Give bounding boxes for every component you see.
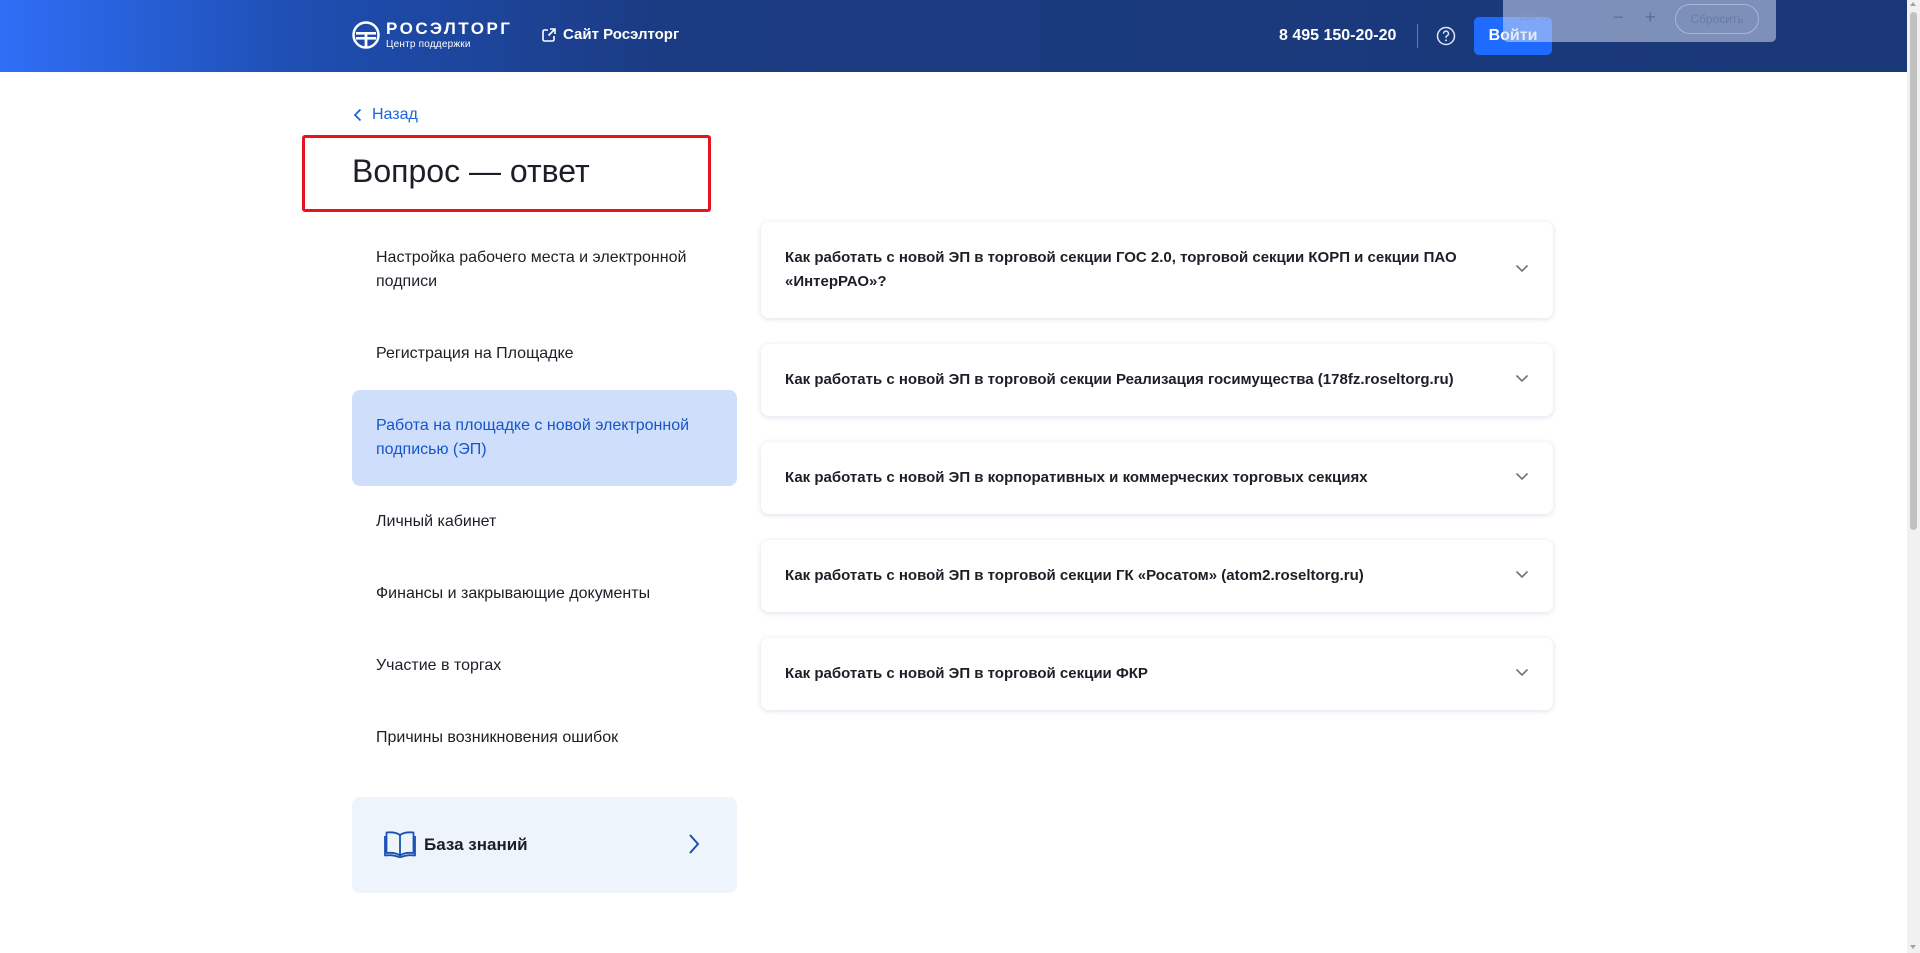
scrollbar-thumb[interactable] [1910, 12, 1917, 530]
chevron-down-icon [1515, 668, 1529, 677]
chevron-left-icon [353, 108, 362, 122]
faq-item[interactable]: Как работать с новой ЭП в торговой секци… [761, 638, 1553, 710]
roseltorg-logo[interactable]: РОСЭЛТОРГ Центр поддержки [352, 20, 512, 50]
faq-question: Как работать с новой ЭП в торговой секци… [785, 249, 1457, 290]
faq-item[interactable]: Как работать с новой ЭП в корпоративных … [761, 442, 1553, 514]
site-link[interactable]: Сайт Росэлторг [542, 26, 679, 43]
sidebar-item-workplace-setup[interactable]: Настройка рабочего места и электронной п… [352, 222, 737, 318]
zoom-reset-button[interactable]: Сбросить [1675, 4, 1759, 34]
sidebar-item-label: Финансы и закрывающие документы [376, 585, 651, 602]
sidebar-item-label: Причины возникновения ошибок [376, 729, 619, 746]
faq-question: Как работать с новой ЭП в торговой секци… [785, 567, 1364, 584]
back-link[interactable]: Назад [353, 106, 418, 124]
help-icon[interactable] [1436, 26, 1456, 51]
external-link-icon [542, 27, 556, 42]
chevron-down-icon [1515, 472, 1529, 481]
chevron-right-icon [689, 834, 700, 854]
scroll-up-arrow-icon[interactable] [1910, 2, 1916, 6]
category-sidebar: Настройка рабочего места и электронной п… [352, 222, 737, 774]
faq-item[interactable]: Как работать с новой ЭП в торговой секци… [761, 222, 1553, 318]
sidebar-item-label: Регистрация на Площадке [376, 345, 574, 362]
sidebar-item-errors[interactable]: Причины возникновения ошибок [352, 702, 737, 774]
support-phone[interactable]: 8 495 150-20-20 [1279, 27, 1396, 45]
sidebar-item-finance[interactable]: Финансы и закрывающие документы [352, 558, 737, 630]
sidebar-item-label: Личный кабинет [376, 513, 497, 530]
logo-subtitle: Центр поддержки [386, 39, 471, 50]
page-title: Вопрос — ответ [352, 153, 590, 189]
chevron-down-icon [1515, 570, 1529, 579]
sidebar-item-label: Работа на площадке с новой электронной п… [376, 417, 690, 458]
faq-item[interactable]: Как работать с новой ЭП в торговой секци… [761, 540, 1553, 612]
header-divider [1417, 24, 1418, 48]
sidebar-item-auctions[interactable]: Участие в торгах [352, 630, 737, 702]
knowledge-base-card[interactable]: База знаний [352, 797, 737, 893]
logo-text: РОСЭЛТОРГ Центр поддержки [386, 20, 512, 50]
zoom-in-button[interactable]: + [1645, 7, 1656, 28]
chevron-down-icon [1515, 374, 1529, 383]
faq-question: Как работать с новой ЭП в торговой секци… [785, 371, 1454, 388]
book-icon [384, 831, 416, 858]
browser-zoom-popup: 100 % − + Сбросить [1503, 0, 1776, 42]
sidebar-item-label: Участие в торгах [376, 657, 502, 674]
faq-question: Как работать с новой ЭП в торговой секци… [785, 665, 1148, 682]
sidebar-item-registration[interactable]: Регистрация на Площадке [352, 318, 737, 390]
faq-question: Как работать с новой ЭП в корпоративных … [785, 469, 1368, 486]
zoom-out-button[interactable]: − [1613, 7, 1624, 28]
back-link-label: Назад [372, 106, 418, 123]
knowledge-base-label: База знаний [424, 835, 528, 854]
sidebar-item-label: Настройка рабочего места и электронной п… [376, 249, 687, 290]
roseltorg-logo-icon [352, 21, 380, 49]
site-link-label: Сайт Росэлторг [563, 26, 680, 43]
faq-item[interactable]: Как работать с новой ЭП в торговой секци… [761, 344, 1553, 416]
scroll-down-arrow-icon[interactable] [1910, 945, 1916, 949]
zoom-level: 100 % [1518, 11, 1550, 23]
logo-title: РОСЭЛТОРГ [386, 19, 513, 38]
sidebar-item-new-signature[interactable]: Работа на площадке с новой электронной п… [352, 390, 737, 486]
sidebar-item-personal-account[interactable]: Личный кабинет [352, 486, 737, 558]
page-scrollbar[interactable] [1907, 0, 1920, 953]
chevron-down-icon [1515, 264, 1529, 273]
